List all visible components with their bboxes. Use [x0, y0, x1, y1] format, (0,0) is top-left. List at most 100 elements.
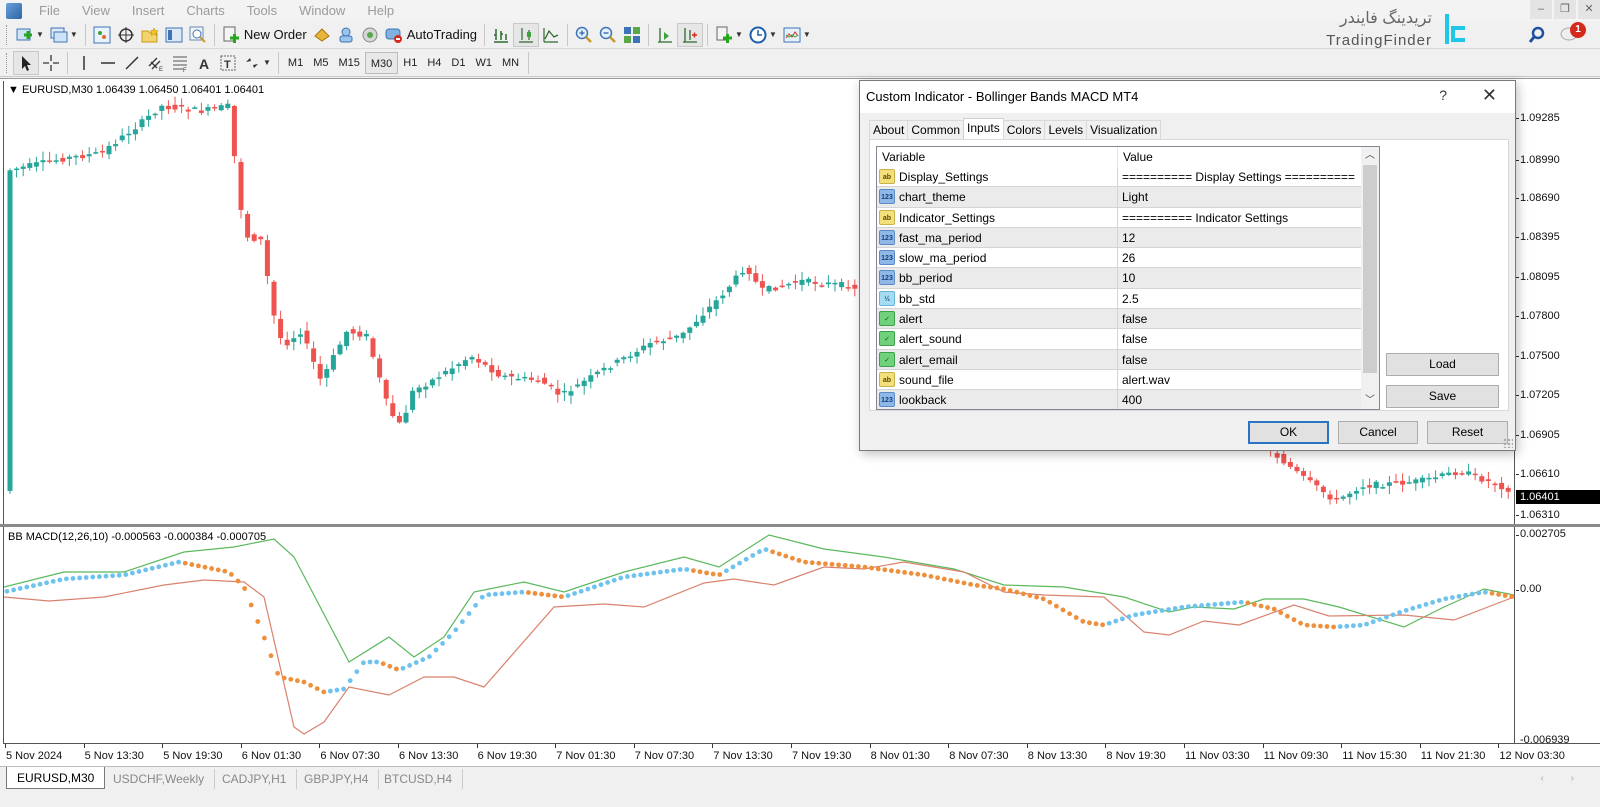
cursor-button[interactable] [13, 50, 39, 75]
input-row[interactable]: 123 slow_ma_period 26 [877, 248, 1361, 269]
input-value[interactable]: false [1122, 353, 1147, 367]
menu-charts[interactable]: Charts [175, 0, 235, 21]
strategy-tester-button[interactable] [186, 23, 210, 47]
grid-scrollbar[interactable]: ︿ ﹀ [1361, 147, 1379, 409]
tab-scroll-arrows[interactable]: ‹ › [1541, 773, 1586, 784]
chart-tab-btcusd-h4[interactable]: BTCUSD,H4 [374, 769, 464, 789]
cancel-button[interactable]: Cancel [1338, 421, 1418, 444]
timeframe-h4[interactable]: H4 [422, 52, 446, 74]
column-variable[interactable]: Variable [882, 150, 925, 164]
input-value[interactable]: 2.5 [1122, 292, 1139, 306]
line-chart-button[interactable] [539, 23, 563, 47]
metaeditor-button[interactable] [310, 23, 334, 47]
input-value[interactable]: 400 [1122, 393, 1142, 407]
timeframe-m5[interactable]: M5 [308, 52, 333, 74]
scroll-up-icon[interactable]: ︿ [1361, 147, 1379, 164]
macd-indicator-pane[interactable]: BB MACD(12,26,10) -0.000563 -0.000384 -0… [3, 527, 1515, 743]
tile-windows-button[interactable] [620, 23, 644, 47]
dialog-close-button[interactable]: ✕ [1482, 85, 1497, 106]
close-window-button[interactable]: ✕ [1578, 0, 1600, 19]
equidistant-channel-button[interactable]: E [144, 51, 168, 75]
menu-window[interactable]: Window [288, 0, 356, 21]
market-watch-button[interactable] [90, 23, 114, 47]
trendline-button[interactable] [120, 51, 144, 75]
menu-insert[interactable]: Insert [121, 0, 176, 21]
chart-tab-usdchf-weekly[interactable]: USDCHF,Weekly [103, 769, 216, 789]
chart-tab-gbpjpy-h4[interactable]: GBPJPY,H4 [294, 769, 380, 789]
input-row[interactable]: 123 fast_ma_period 12 [877, 227, 1361, 249]
toolbar-grip[interactable] [6, 24, 9, 45]
new-order-button[interactable]: New Order [219, 23, 310, 47]
autotrading-button[interactable]: AutoTrading [382, 23, 480, 47]
minimize-button[interactable]: – [1530, 0, 1552, 19]
timeframe-m1[interactable]: M1 [283, 52, 308, 74]
input-row[interactable]: ab Indicator_Settings ========== Indicator… [877, 207, 1361, 239]
arrows-button[interactable]: ▼ [240, 51, 274, 75]
indicators-button[interactable]: ▼ [712, 23, 746, 47]
time-axis[interactable]: 5 Nov 2024 5 Nov 13:30 5 Nov 19:30 6 Nov 01… [3, 743, 1600, 767]
input-row[interactable]: 123 chart_theme Light [877, 187, 1361, 208]
chart-menu-arrow-icon[interactable]: ▼ [8, 84, 22, 96]
notifications-button[interactable]: 1 [1560, 22, 1586, 45]
terminal-button[interactable] [162, 23, 186, 47]
input-row[interactable]: 123 bb_period 10 [877, 268, 1361, 289]
restore-button[interactable]: ❐ [1554, 0, 1576, 19]
auto-scroll-button[interactable] [653, 23, 677, 47]
chart-tab-cadjpy-h1[interactable]: CADJPY,H1 [212, 769, 298, 789]
vertical-line-button[interactable] [72, 51, 96, 75]
input-row[interactable]: ab Display_Settings ========== Display Set… [877, 167, 1361, 188]
input-value[interactable]: false [1122, 332, 1147, 346]
tab-levels[interactable]: Levels [1044, 120, 1088, 139]
input-row[interactable]: ✓ alert_email false [877, 349, 1361, 370]
price-axis[interactable]: 1.06401 1.09285 1.08990 1.08690 1.08395 1.08… [1516, 81, 1600, 524]
input-row[interactable]: ½ bb_std 2.5 [877, 288, 1361, 310]
tab-inputs[interactable]: Inputs [963, 118, 1004, 139]
indicator-axis[interactable]: 0.002705 0.00 -0.006939 [1516, 527, 1600, 746]
input-row[interactable]: ab sound_file alert.wav [877, 369, 1361, 391]
candlestick-chart-button[interactable] [513, 22, 540, 47]
timeframe-h1[interactable]: H1 [398, 52, 422, 74]
input-row[interactable]: 123 lookback 400 [877, 390, 1361, 409]
text-label-button[interactable]: T [216, 51, 240, 75]
search-icon[interactable] [1528, 26, 1546, 44]
input-value[interactable]: ========== Display Settings ========== [1122, 170, 1355, 184]
zoom-in-button[interactable] [572, 23, 596, 47]
timeframe-m30[interactable]: M30 [364, 51, 399, 74]
dialog-titlebar[interactable]: Custom Indicator - Bollinger Bands MACD … [860, 81, 1515, 113]
timeframe-mn[interactable]: MN [497, 52, 524, 74]
input-row[interactable]: ✓ alert_sound false [877, 329, 1361, 350]
dialog-resize-grip[interactable] [1503, 438, 1513, 448]
bar-chart-button[interactable] [489, 23, 513, 47]
ok-button[interactable]: OK [1248, 421, 1329, 444]
scroll-thumb[interactable] [1363, 165, 1377, 373]
load-button[interactable]: Load [1386, 353, 1499, 376]
scroll-down-icon[interactable]: ﹀ [1361, 392, 1379, 409]
menu-help[interactable]: Help [356, 0, 405, 21]
save-button[interactable]: Save [1386, 385, 1499, 408]
input-value[interactable]: 10 [1122, 271, 1135, 285]
input-value[interactable]: 12 [1122, 231, 1135, 245]
input-value[interactable]: false [1122, 312, 1147, 326]
tab-common[interactable]: Common [907, 120, 965, 139]
data-window-button[interactable] [114, 23, 138, 47]
tab-visualization[interactable]: Visualization [1086, 120, 1162, 139]
input-row[interactable]: ✓ alert false [877, 309, 1361, 330]
tab-about[interactable]: About [869, 120, 909, 139]
timeframe-d1[interactable]: D1 [446, 52, 470, 74]
timeframe-m15[interactable]: M15 [333, 52, 364, 74]
signals-button[interactable] [334, 23, 358, 47]
reset-button[interactable]: Reset [1427, 421, 1508, 444]
column-value[interactable]: Value [1123, 150, 1153, 164]
new-chart-button[interactable]: ▼ [13, 23, 47, 47]
profiles-button[interactable]: ▼ [47, 23, 81, 47]
templates-button[interactable]: ▼ [780, 23, 814, 47]
fibonacci-button[interactable]: F [168, 51, 192, 75]
tab-colors[interactable]: Colors [1002, 120, 1046, 139]
help-button[interactable]: ? [1439, 87, 1447, 103]
input-value[interactable]: 26 [1122, 251, 1135, 265]
menu-tools[interactable]: Tools [236, 0, 288, 21]
periods-button[interactable]: ▼ [746, 23, 780, 47]
input-value[interactable]: Light [1122, 190, 1148, 204]
input-value[interactable]: alert.wav [1122, 373, 1170, 387]
timeframe-w1[interactable]: W1 [470, 52, 497, 74]
